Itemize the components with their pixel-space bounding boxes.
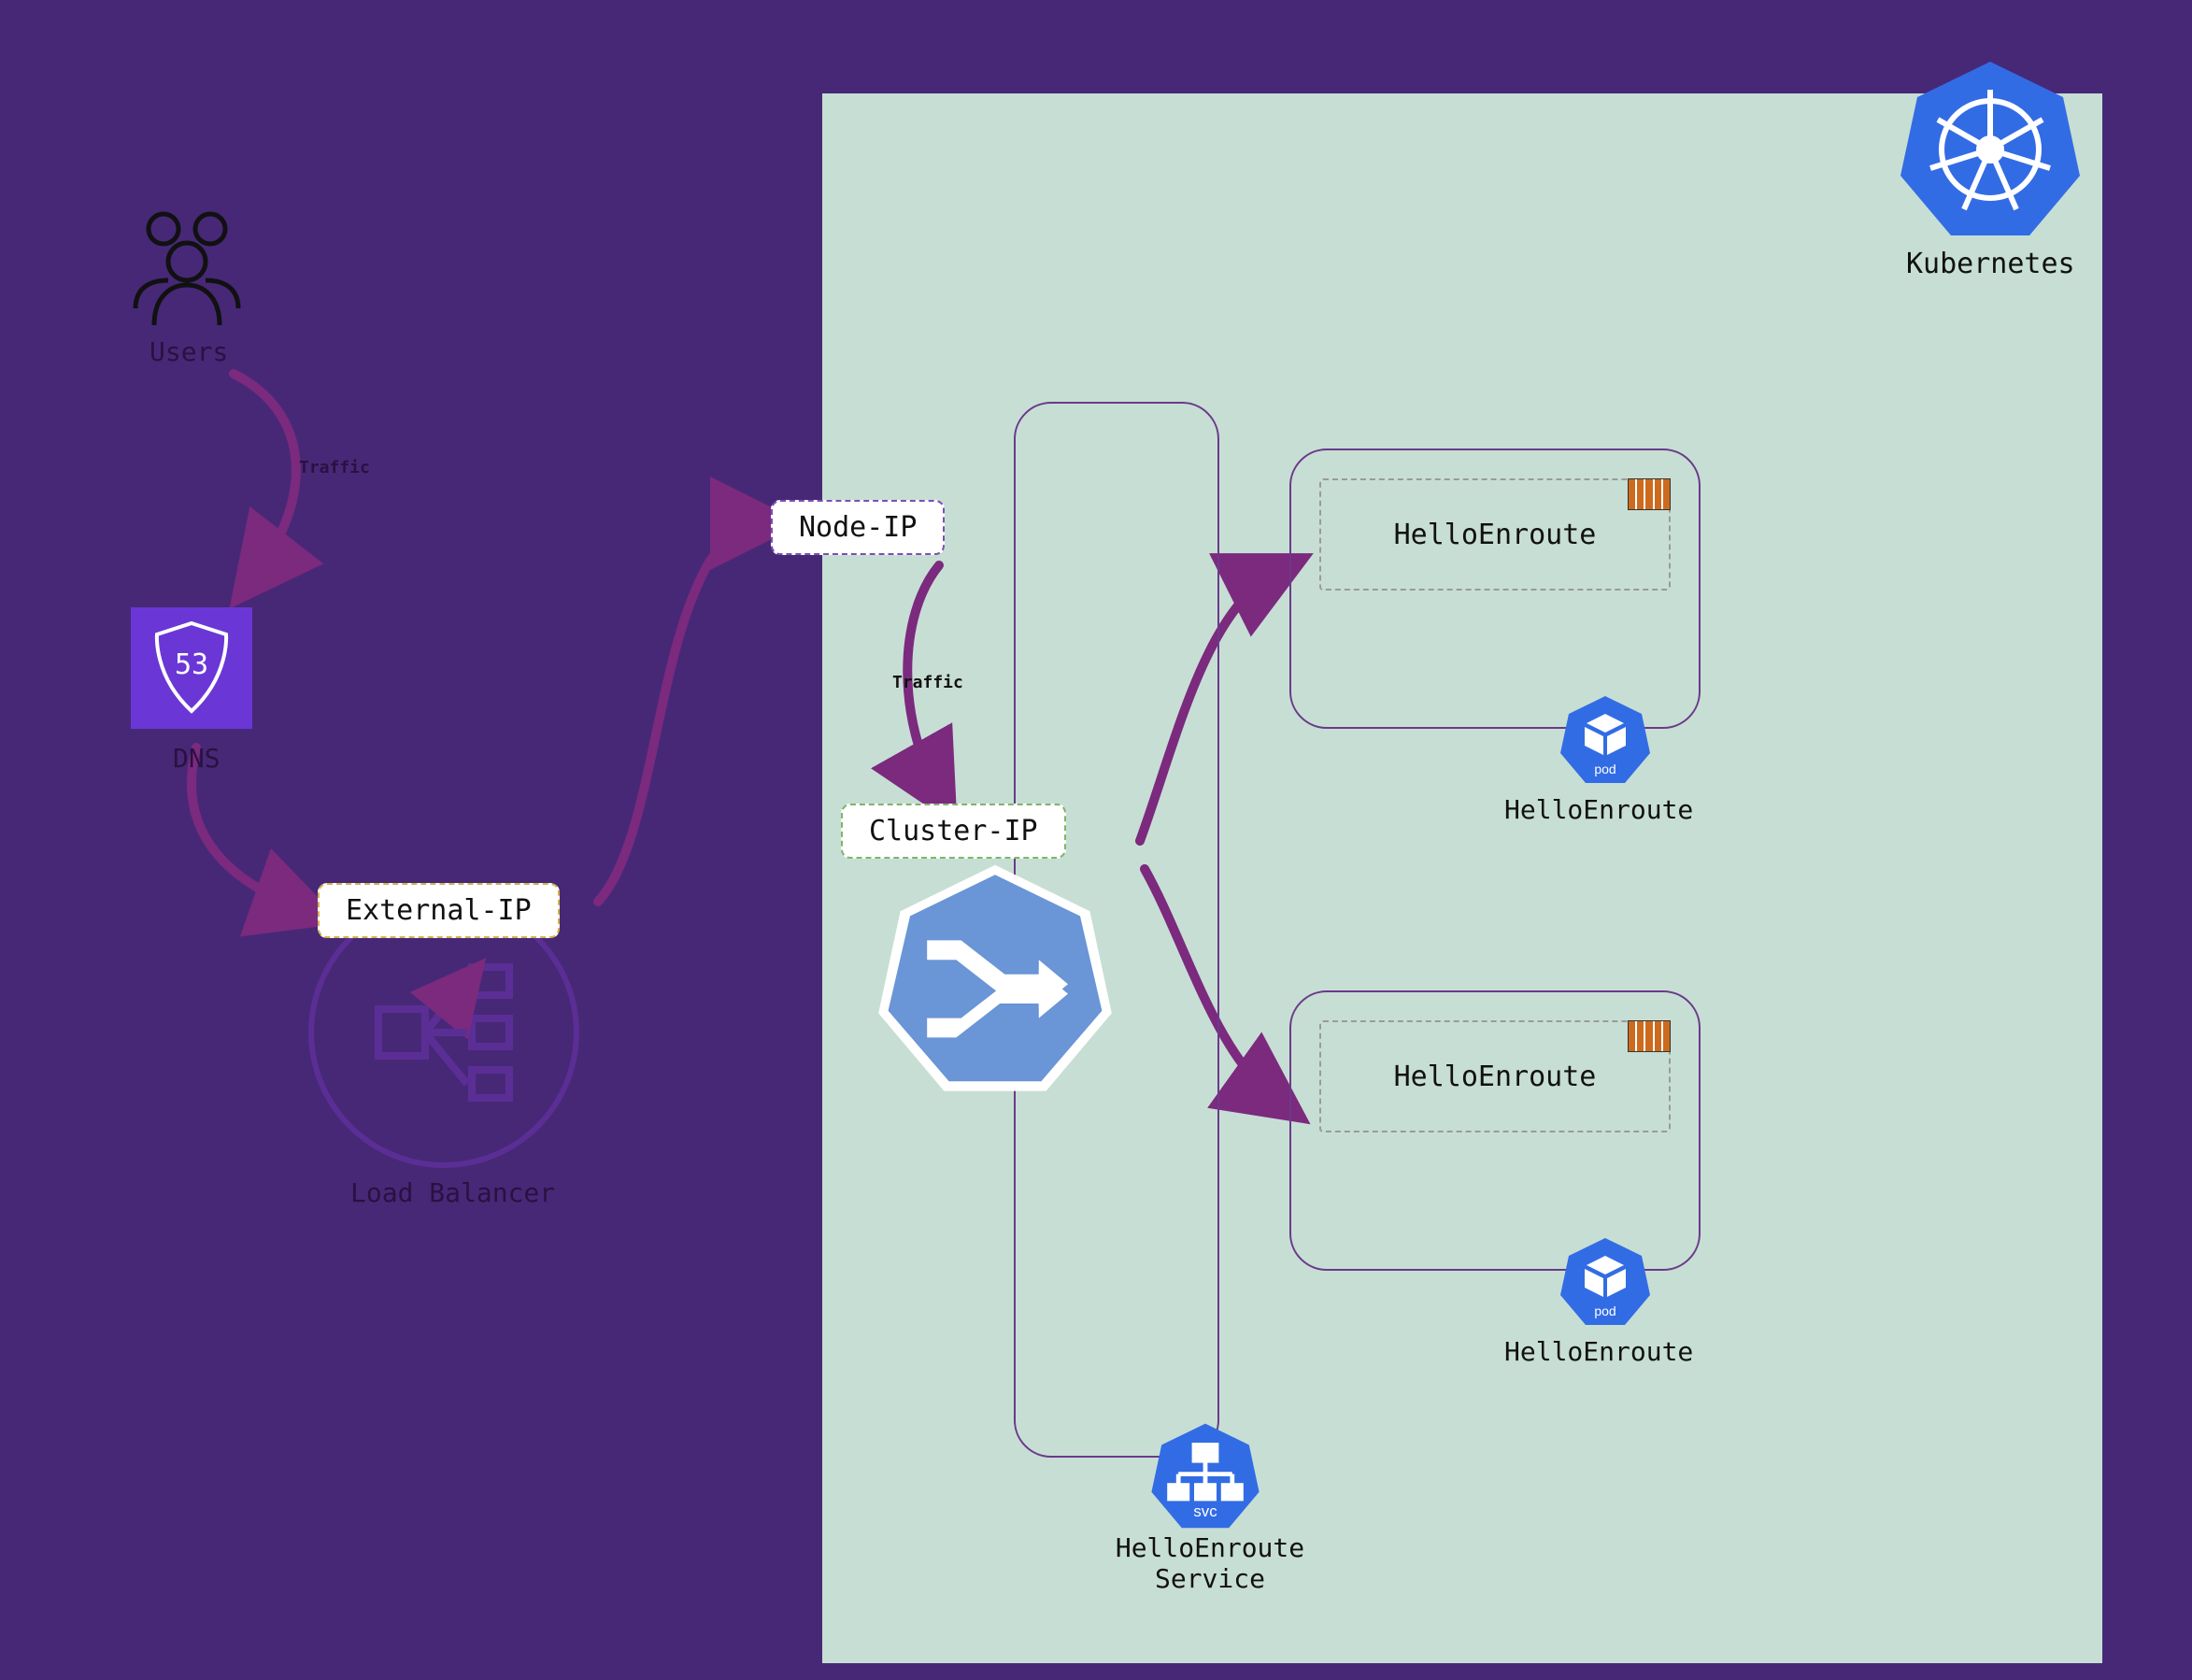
dns-label: DNS bbox=[173, 743, 221, 774]
users-label: Users bbox=[149, 336, 228, 367]
kubernetes-label: Kubernetes bbox=[1906, 248, 2075, 280]
service-mesh-icon bbox=[874, 858, 1117, 1101]
svc-icon: svc bbox=[1149, 1420, 1261, 1532]
svg-text:53: 53 bbox=[175, 648, 208, 681]
dns-icon: 53 bbox=[131, 607, 252, 729]
users-icon bbox=[121, 206, 252, 331]
service-label: HelloEnroute Service bbox=[1112, 1532, 1308, 1594]
pod-2-container-label: HelloEnroute bbox=[1394, 1061, 1597, 1093]
svg-text:pod: pod bbox=[1594, 1303, 1616, 1318]
pod-2-icon: pod bbox=[1559, 1235, 1652, 1329]
load-balancer-icon bbox=[369, 958, 519, 1111]
external-ip-chip: External-IP bbox=[318, 883, 560, 938]
pod-1-label: HelloEnroute bbox=[1504, 794, 1693, 825]
pod-1-icon: pod bbox=[1559, 693, 1652, 787]
pod-2-card: HelloEnroute bbox=[1289, 990, 1701, 1271]
pod-2-label: HelloEnroute bbox=[1504, 1336, 1693, 1367]
node-ip-chip: Node-IP bbox=[771, 500, 945, 555]
kubernetes-icon bbox=[1897, 56, 2084, 243]
pod-1-card: HelloEnroute bbox=[1289, 448, 1701, 729]
traffic-label-1: Traffic bbox=[299, 458, 370, 477]
traffic-label-2: Traffic bbox=[892, 673, 963, 692]
pod-1-container: HelloEnroute bbox=[1319, 478, 1671, 591]
pod-2-container: HelloEnroute bbox=[1319, 1020, 1671, 1132]
container-flag-icon bbox=[1628, 1020, 1671, 1052]
svg-text:svc: svc bbox=[1193, 1502, 1217, 1520]
cluster-ip-chip: Cluster-IP bbox=[841, 804, 1066, 859]
load-balancer-label: Load Balancer bbox=[350, 1177, 555, 1208]
container-flag-icon bbox=[1628, 478, 1671, 510]
pod-1-container-label: HelloEnroute bbox=[1394, 519, 1597, 551]
svg-text:pod: pod bbox=[1594, 762, 1616, 776]
